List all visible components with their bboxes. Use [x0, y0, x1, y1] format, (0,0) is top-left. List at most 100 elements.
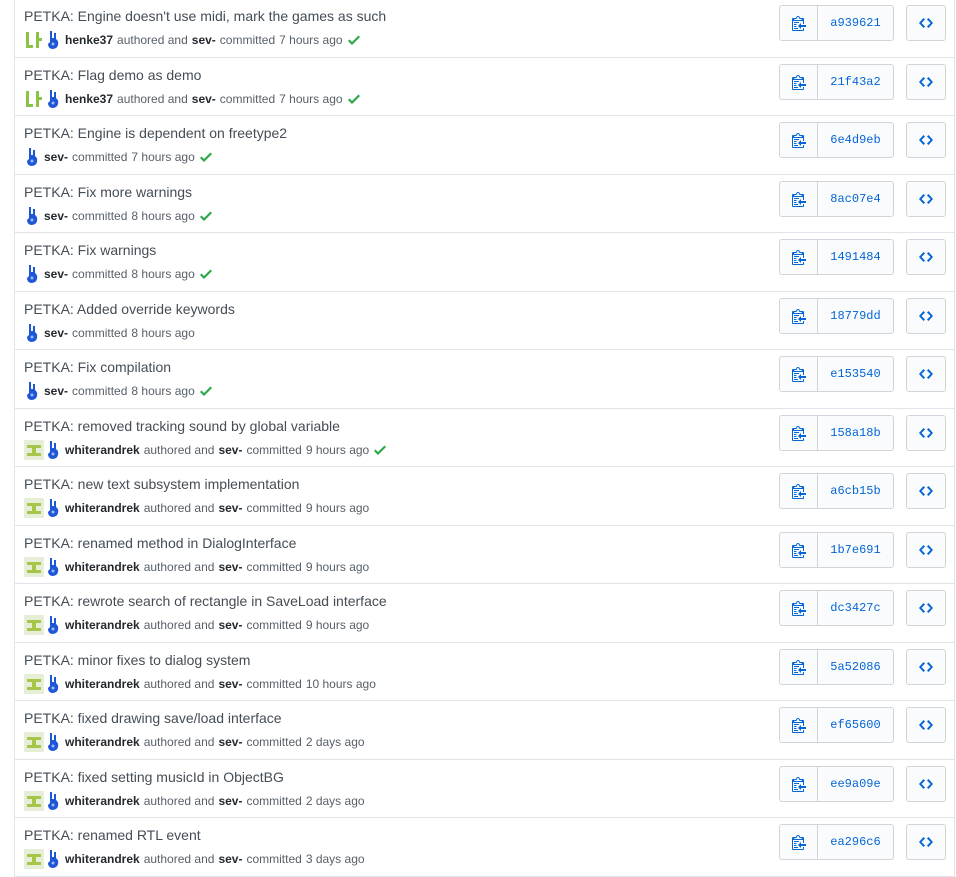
- commit-sha-link[interactable]: e153540: [818, 357, 893, 391]
- sev-avatar[interactable]: [45, 30, 61, 50]
- author-name[interactable]: whiterandrek: [65, 443, 140, 457]
- copy-sha-button[interactable]: [780, 415, 818, 450]
- commit-sha-link[interactable]: a6cb15b: [818, 474, 893, 508]
- commit-sha-link[interactable]: ee9a09e: [818, 767, 893, 801]
- sev-avatar[interactable]: [45, 498, 61, 518]
- browse-repo-button[interactable]: [906, 122, 946, 158]
- check-icon[interactable]: [199, 149, 212, 165]
- committer-name[interactable]: sev-: [218, 560, 242, 574]
- author-name[interactable]: whiterandrek: [65, 852, 140, 866]
- browse-repo-button[interactable]: [906, 473, 946, 509]
- committer-name[interactable]: sev-: [44, 150, 68, 164]
- check-icon[interactable]: [199, 266, 212, 282]
- whiterandrek-avatar[interactable]: [24, 849, 44, 869]
- commit-sha-link[interactable]: 6e4d9eb: [818, 123, 893, 157]
- commit-title[interactable]: PETKA: Engine is dependent on freetype2: [24, 125, 287, 141]
- commit-title[interactable]: PETKA: fixed drawing save/load interface: [24, 710, 282, 726]
- copy-sha-button[interactable]: [780, 591, 818, 625]
- copy-sha-button[interactable]: [780, 474, 818, 508]
- sev-avatar[interactable]: [45, 849, 61, 869]
- browse-repo-button[interactable]: [906, 824, 946, 860]
- browse-repo-button[interactable]: [906, 297, 946, 334]
- commit-title[interactable]: PETKA: renamed RTL event: [24, 827, 201, 843]
- commit-sha-link[interactable]: ef65600: [818, 708, 893, 742]
- sev-avatar[interactable]: [45, 615, 61, 635]
- commit-title[interactable]: PETKA: new text subsystem implementation: [24, 476, 299, 492]
- browse-repo-button[interactable]: [906, 356, 946, 392]
- committer-name[interactable]: sev-: [218, 443, 242, 457]
- commit-title[interactable]: PETKA: Added override keywords: [24, 301, 235, 317]
- commit-sha-link[interactable]: 5a52086: [818, 650, 893, 684]
- copy-sha-button[interactable]: [780, 123, 818, 157]
- whiterandrek-avatar[interactable]: [24, 673, 44, 694]
- browse-repo-button[interactable]: [906, 414, 946, 451]
- sev-avatar[interactable]: [45, 791, 61, 811]
- whiterandrek-avatar[interactable]: [24, 732, 44, 752]
- committer-name[interactable]: sev-: [44, 267, 68, 281]
- check-icon[interactable]: [199, 208, 212, 224]
- copy-sha-button[interactable]: [780, 357, 818, 391]
- browse-repo-button[interactable]: [906, 239, 946, 275]
- copy-sha-button[interactable]: [780, 298, 818, 333]
- committer-name[interactable]: sev-: [44, 209, 68, 223]
- browse-repo-button[interactable]: [906, 590, 946, 626]
- sev-avatar[interactable]: [24, 206, 40, 226]
- commit-sha-link[interactable]: ea296c6: [818, 825, 893, 859]
- copy-sha-button[interactable]: [780, 64, 818, 99]
- commit-sha-link[interactable]: 1b7e691: [818, 533, 893, 567]
- committer-name[interactable]: sev-: [218, 794, 242, 808]
- browse-repo-button[interactable]: [906, 63, 946, 100]
- committer-name[interactable]: sev-: [218, 618, 242, 632]
- check-icon[interactable]: [347, 91, 360, 107]
- whiterandrek-avatar[interactable]: [24, 439, 44, 460]
- browse-repo-button[interactable]: [906, 5, 946, 41]
- whiterandrek-avatar[interactable]: [24, 790, 44, 811]
- author-name[interactable]: whiterandrek: [65, 794, 140, 808]
- author-name[interactable]: whiterandrek: [65, 618, 140, 632]
- commit-title[interactable]: PETKA: Fix more warnings: [24, 184, 192, 200]
- committer-name[interactable]: sev-: [218, 677, 242, 691]
- commit-sha-link[interactable]: dc3427c: [818, 591, 893, 625]
- commit-sha-link[interactable]: 158a18b: [818, 416, 893, 450]
- copy-sha-button[interactable]: [780, 532, 818, 567]
- copy-sha-button[interactable]: [780, 181, 818, 216]
- sev-avatar[interactable]: [45, 674, 61, 694]
- committer-name[interactable]: sev-: [192, 92, 216, 106]
- browse-repo-button[interactable]: [906, 648, 946, 685]
- commit-sha-link[interactable]: 8ac07e4: [818, 182, 893, 216]
- commit-sha-link[interactable]: 21f43a2: [818, 65, 893, 99]
- copy-sha-button[interactable]: [780, 708, 818, 742]
- commit-title[interactable]: PETKA: Engine doesn't use midi, mark the…: [24, 8, 386, 24]
- copy-sha-button[interactable]: [780, 6, 818, 40]
- commit-title[interactable]: PETKA: Fix warnings: [24, 242, 156, 258]
- author-name[interactable]: whiterandrek: [65, 560, 140, 574]
- sev-avatar[interactable]: [45, 89, 61, 109]
- browse-repo-button[interactable]: [906, 707, 946, 743]
- browse-repo-button[interactable]: [906, 531, 946, 568]
- browse-repo-button[interactable]: [906, 765, 946, 802]
- commit-sha-link[interactable]: a939621: [818, 6, 893, 40]
- whiterandrek-avatar[interactable]: [24, 498, 44, 518]
- henke37-avatar[interactable]: [24, 88, 44, 109]
- whiterandrek-avatar[interactable]: [24, 615, 44, 635]
- committer-name[interactable]: sev-: [218, 735, 242, 749]
- author-name[interactable]: whiterandrek: [65, 677, 140, 691]
- copy-sha-button[interactable]: [780, 825, 818, 859]
- sev-avatar[interactable]: [45, 440, 61, 460]
- commit-sha-link[interactable]: 1491484: [818, 240, 893, 274]
- committer-name[interactable]: sev-: [44, 326, 68, 340]
- committer-name[interactable]: sev-: [218, 501, 242, 515]
- author-name[interactable]: henke37: [65, 33, 113, 47]
- commit-title[interactable]: PETKA: Fix compilation: [24, 359, 171, 375]
- commit-title[interactable]: PETKA: minor fixes to dialog system: [24, 652, 250, 668]
- copy-sha-button[interactable]: [780, 240, 818, 274]
- commit-title[interactable]: PETKA: fixed setting musicId in ObjectBG: [24, 769, 284, 785]
- sev-avatar[interactable]: [45, 557, 61, 577]
- check-icon[interactable]: [199, 383, 212, 399]
- author-name[interactable]: whiterandrek: [65, 735, 140, 749]
- copy-sha-button[interactable]: [780, 766, 818, 801]
- committer-name[interactable]: sev-: [44, 384, 68, 398]
- check-icon[interactable]: [374, 442, 387, 458]
- commit-title[interactable]: PETKA: removed tracking sound by global …: [24, 418, 340, 434]
- committer-name[interactable]: sev-: [192, 33, 216, 47]
